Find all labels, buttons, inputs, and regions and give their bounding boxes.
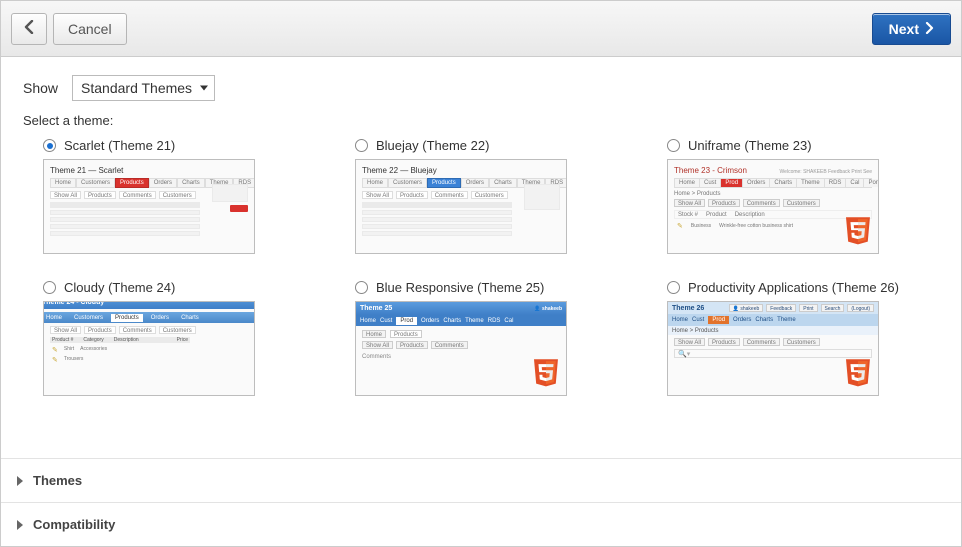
theme-radio-bluejay[interactable]	[355, 139, 368, 152]
theme-radio-productivity[interactable]	[667, 281, 680, 294]
themes-grid: Scarlet (Theme 21) Theme 21 — Scarlet Ho…	[23, 138, 939, 396]
theme-filter-select[interactable]: Standard Themes	[72, 75, 215, 101]
theme-thumbnail-blue-responsive[interactable]: Theme 25 👤 shakeeb Home Cust Prod Orders…	[355, 301, 567, 396]
chevron-left-icon	[24, 20, 34, 37]
back-button[interactable]	[11, 13, 47, 45]
theme-option-bluejay: Bluejay (Theme 22) Theme 22 — Bluejay Ho…	[355, 138, 627, 254]
theme-option-cloudy: Cloudy (Theme 24) Theme 24 - Cloudy Home…	[43, 280, 315, 396]
theme-label[interactable]: Cloudy (Theme 24)	[64, 280, 175, 295]
accordion-themes[interactable]: Themes	[1, 459, 961, 503]
html5-icon	[534, 359, 558, 387]
theme-label[interactable]: Productivity Applications (Theme 26)	[688, 280, 899, 295]
next-button[interactable]: Next	[872, 13, 951, 45]
theme-filter-value: Standard Themes	[81, 80, 192, 96]
theme-label[interactable]: Scarlet (Theme 21)	[64, 138, 175, 153]
theme-radio-blue-responsive[interactable]	[355, 281, 368, 294]
accordion: Themes Compatibility	[1, 458, 961, 546]
html5-icon	[846, 359, 870, 387]
theme-radio-uniframe[interactable]	[667, 139, 680, 152]
content-area: Show Standard Themes Select a theme: Sca…	[1, 57, 961, 458]
cancel-button[interactable]: Cancel	[53, 13, 127, 45]
theme-option-blue-responsive: Blue Responsive (Theme 25) Theme 25 👤 sh…	[355, 280, 627, 396]
accordion-label: Compatibility	[33, 517, 115, 532]
theme-option-scarlet: Scarlet (Theme 21) Theme 21 — Scarlet Ho…	[43, 138, 315, 254]
select-theme-label: Select a theme:	[23, 113, 939, 128]
next-button-label: Next	[889, 21, 919, 37]
theme-option-uniframe: Uniframe (Theme 23) Theme 23 - Crimson W…	[667, 138, 939, 254]
chevron-right-icon	[17, 520, 23, 530]
theme-thumbnail-productivity[interactable]: Theme 26 👤 shakeeb Feedback Print Search…	[667, 301, 879, 396]
theme-option-productivity: Productivity Applications (Theme 26) The…	[667, 280, 939, 396]
theme-radio-cloudy[interactable]	[43, 281, 56, 294]
show-label: Show	[23, 80, 58, 96]
accordion-compatibility[interactable]: Compatibility	[1, 503, 961, 546]
toolbar: Cancel Next	[1, 1, 961, 57]
chevron-right-icon	[17, 476, 23, 486]
theme-radio-scarlet[interactable]	[43, 139, 56, 152]
theme-label[interactable]: Blue Responsive (Theme 25)	[376, 280, 544, 295]
theme-thumbnail-uniframe[interactable]: Theme 23 - Crimson Welcome: SHAKEEB Feed…	[667, 159, 879, 254]
theme-thumbnail-bluejay[interactable]: Theme 22 — Bluejay Home Customers Produc…	[355, 159, 567, 254]
caret-down-icon	[200, 86, 208, 91]
filter-row: Show Standard Themes	[23, 75, 939, 101]
html5-icon	[846, 217, 870, 245]
chevron-right-icon	[925, 21, 934, 37]
theme-thumbnail-cloudy[interactable]: Theme 24 - Cloudy Home Customers Product…	[43, 301, 255, 396]
theme-label[interactable]: Bluejay (Theme 22)	[376, 138, 489, 153]
accordion-label: Themes	[33, 473, 82, 488]
theme-label[interactable]: Uniframe (Theme 23)	[688, 138, 812, 153]
theme-thumbnail-scarlet[interactable]: Theme 21 — Scarlet Home Customers Produc…	[43, 159, 255, 254]
wizard-page: Cancel Next Show Standard Themes Select …	[0, 0, 962, 547]
